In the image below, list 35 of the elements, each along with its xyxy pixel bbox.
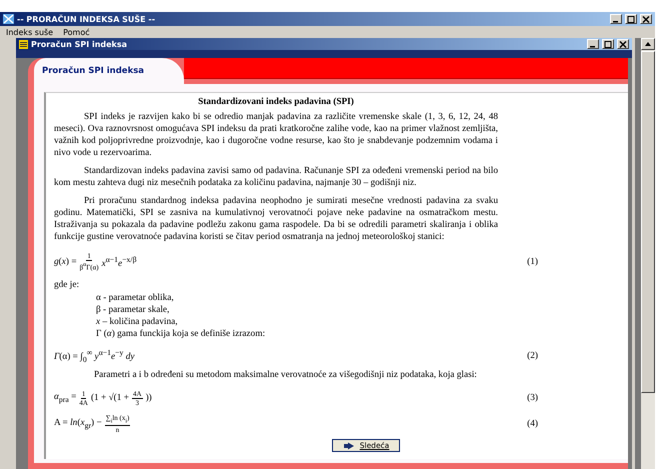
paragraph: Parametri a i b određeni su metodom maksimalne verovatnoće za višegodišnji niz podataka, koja glasi: bbox=[93, 369, 478, 381]
definition-line: Γ (α) gama funckija koja se definiše izrazom: bbox=[96, 328, 266, 340]
formula: Γ(α) = ∫$_{0}$$^{∞}$ y$^{α−1}$e$^{−y}$ dy bbox=[54, 346, 134, 366]
up-arrow-icon bbox=[645, 42, 651, 46]
maximize-icon bbox=[627, 16, 635, 22]
paragraph: Standardizovan indeks padavina zavisi samo od padavina. Računanje SPI za odeđeni vremenski period na bilo kom mestu zahteva dugi niz mesečnih podataka za količinu padavina, najmanje 30 – godišnji niz. bbox=[54, 165, 498, 189]
maximize-button[interactable] bbox=[625, 14, 637, 24]
scrollbar-thumb[interactable] bbox=[641, 51, 655, 393]
document-heading: Standardizovani indeks padavina (SPI) bbox=[197, 96, 355, 108]
paragraph: gde je: bbox=[54, 279, 80, 291]
app-icon bbox=[3, 14, 14, 24]
child-minimize-button[interactable] bbox=[587, 39, 599, 49]
definition-line: α - parametar oblika, bbox=[96, 292, 175, 304]
menu-item[interactable]: Pomoć bbox=[63, 28, 90, 36]
maximize-icon bbox=[604, 40, 612, 48]
child-maximize-button[interactable] bbox=[602, 39, 614, 49]
equation-number: (3) bbox=[527, 392, 538, 404]
definition-line: β - parametar skale, bbox=[96, 304, 170, 316]
document-icon bbox=[19, 40, 28, 48]
close-icon bbox=[619, 40, 627, 48]
menu-item[interactable]: Indeks suše bbox=[6, 28, 54, 36]
child-close-button[interactable] bbox=[617, 39, 629, 49]
paragraph: Pri proračunu standardnog indeksa padavina neophodno je sumirati mesečne vrednosti padavina za svaku godinu. Matematički, SPI se zasniva na kumulativnoj verovatnoći pojave neke padavine na osmatračkom mestu. Istraživanja su pokazala da padavine podležu zakonu gama raspodele. Da bi se odredili parametri skaliranja i oblika funkcije gustine verovatnoće padavina koristi se čitav period osmatranja na jednoj meteorološkoj stanici: bbox=[54, 195, 498, 243]
close-icon bbox=[642, 16, 650, 22]
equation-number: (4) bbox=[527, 418, 538, 430]
equation-number: (1) bbox=[527, 256, 538, 268]
minimize-button[interactable] bbox=[610, 14, 622, 24]
paragraph: SPI indeks je razvijen kako bi se odredio manjak padavina za različite vremenske skale (1, 3, 6, 12, 24, 48 meseci). Ova raznovrsnost omogućava SPI indeksu da prati kratkoročne zalihe vode, kao na primer vlažnost zemljišta, važnih kod poljoprivredne proizvodnje, kao i dugoročne vodne resurse, kao što je snabdevanje podzemnim vodama i nivo vode u rezervoarima. bbox=[54, 111, 498, 159]
close-button[interactable] bbox=[640, 14, 652, 24]
definition-line: x – količina padavina, bbox=[96, 316, 179, 328]
window-title: -- PRORAČUN INDEKSA SUŠE -- bbox=[17, 14, 156, 24]
scrollbar[interactable] bbox=[635, 38, 655, 469]
equation-number: (2) bbox=[527, 350, 538, 362]
scroll-up-button[interactable] bbox=[641, 38, 655, 50]
child-window-title: Proračun SPI indeksa bbox=[31, 40, 128, 48]
